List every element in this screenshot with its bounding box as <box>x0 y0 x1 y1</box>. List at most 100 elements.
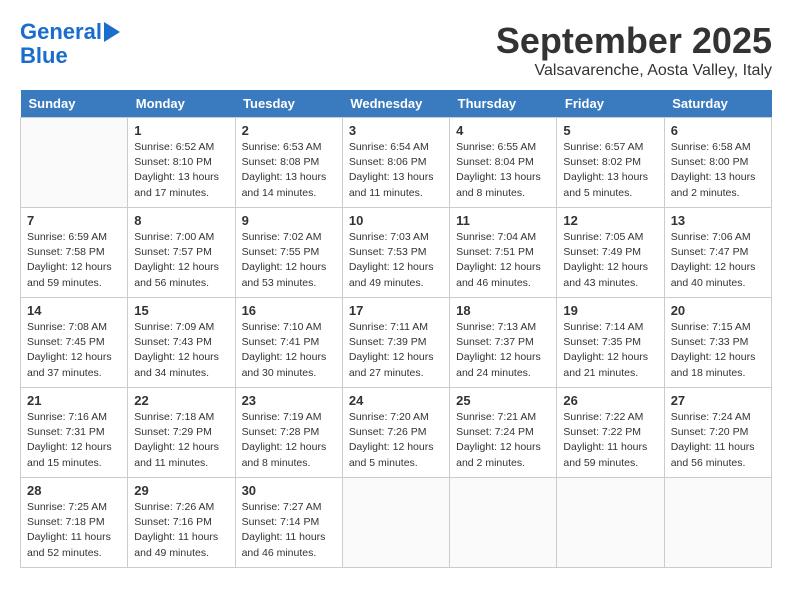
cell-info: Sunrise: 7:24 AM Sunset: 7:20 PM Dayligh… <box>671 410 765 471</box>
day-number: 10 <box>349 213 443 228</box>
calendar-cell: 2Sunrise: 6:53 AM Sunset: 8:08 PM Daylig… <box>235 118 342 208</box>
logo: General Blue <box>20 20 120 68</box>
calendar-cell: 20 Sunrise: 7:15 AM Sunset: 7:33 PM Dayli… <box>664 298 771 388</box>
calendar-cell: 18Sunrise: 7:13 AM Sunset: 7:37 PM Dayli… <box>450 298 557 388</box>
day-number: 1 <box>134 123 228 138</box>
logo-arrow-icon <box>104 22 120 42</box>
cell-info: Sunrise: 7:04 AM Sunset: 7:51 PM Dayligh… <box>456 230 550 291</box>
day-number: 19 <box>563 303 657 318</box>
day-number: 5 <box>563 123 657 138</box>
weekday-header-saturday: Saturday <box>664 90 771 118</box>
cell-info: Sunrise: 7:02 AM Sunset: 7:55 PM Dayligh… <box>242 230 336 291</box>
weekday-header-wednesday: Wednesday <box>342 90 449 118</box>
day-number: 13 <box>671 213 765 228</box>
day-number: 9 <box>242 213 336 228</box>
calendar-cell <box>557 478 664 568</box>
weekday-header-sunday: Sunday <box>21 90 128 118</box>
calendar-table: SundayMondayTuesdayWednesdayThursdayFrid… <box>20 90 772 568</box>
calendar-week-row: 21Sunrise: 7:16 AM Sunset: 7:31 PM Dayli… <box>21 388 772 478</box>
cell-info: Sunrise: 7:08 AM Sunset: 7:45 PM Dayligh… <box>27 320 121 381</box>
day-number: 26 <box>563 393 657 408</box>
day-number: 7 <box>27 213 121 228</box>
day-number: 29 <box>134 483 228 498</box>
day-number: 18 <box>456 303 550 318</box>
calendar-cell: 26 Sunrise: 7:22 AM Sunset: 7:22 PM Dayli… <box>557 388 664 478</box>
day-number: 8 <box>134 213 228 228</box>
calendar-cell <box>342 478 449 568</box>
calendar-cell: 25 Sunrise: 7:21 AM Sunset: 7:24 PM Dayli… <box>450 388 557 478</box>
calendar-cell: 28Sunrise: 7:25 AM Sunset: 7:18 PM Dayli… <box>21 478 128 568</box>
weekday-header-tuesday: Tuesday <box>235 90 342 118</box>
calendar-cell: 1 Sunrise: 6:52 AM Sunset: 8:10 PM Daylig… <box>128 118 235 208</box>
day-number: 15 <box>134 303 228 318</box>
calendar-cell: 9 Sunrise: 7:02 AM Sunset: 7:55 PM Daylig… <box>235 208 342 298</box>
cell-info: Sunrise: 7:26 AM Sunset: 7:16 PM Dayligh… <box>134 500 228 561</box>
weekday-header-row: SundayMondayTuesdayWednesdayThursdayFrid… <box>21 90 772 118</box>
day-number: 11 <box>456 213 550 228</box>
day-number: 25 <box>456 393 550 408</box>
weekday-header-friday: Friday <box>557 90 664 118</box>
logo-blue-text: Blue <box>20 44 68 68</box>
calendar-cell: 23 Sunrise: 7:19 AM Sunset: 7:28 PM Dayli… <box>235 388 342 478</box>
calendar-cell: 13 Sunrise: 7:06 AM Sunset: 7:47 PM Dayli… <box>664 208 771 298</box>
cell-info: Sunrise: 6:53 AM Sunset: 8:08 PM Dayligh… <box>242 140 336 201</box>
calendar-cell: 14 Sunrise: 7:08 AM Sunset: 7:45 PM Dayli… <box>21 298 128 388</box>
title-block: September 2025 Valsavarenche, Aosta Vall… <box>496 20 772 80</box>
cell-info: Sunrise: 7:15 AM Sunset: 7:33 PM Dayligh… <box>671 320 765 381</box>
day-number: 14 <box>27 303 121 318</box>
cell-info: Sunrise: 6:57 AM Sunset: 8:02 PM Dayligh… <box>563 140 657 201</box>
page-header: General Blue September 2025 Valsavarench… <box>20 20 772 80</box>
cell-info: Sunrise: 6:54 AM Sunset: 8:06 PM Dayligh… <box>349 140 443 201</box>
cell-info: Sunrise: 7:06 AM Sunset: 7:47 PM Dayligh… <box>671 230 765 291</box>
day-number: 6 <box>671 123 765 138</box>
calendar-cell: 30 Sunrise: 7:27 AM Sunset: 7:14 PM Dayli… <box>235 478 342 568</box>
day-number: 22 <box>134 393 228 408</box>
calendar-cell: 11 Sunrise: 7:04 AM Sunset: 7:51 PM Dayli… <box>450 208 557 298</box>
cell-info: Sunrise: 7:27 AM Sunset: 7:14 PM Dayligh… <box>242 500 336 561</box>
month-title: September 2025 <box>496 20 772 62</box>
weekday-header-thursday: Thursday <box>450 90 557 118</box>
cell-info: Sunrise: 7:18 AM Sunset: 7:29 PM Dayligh… <box>134 410 228 471</box>
calendar-week-row: 14 Sunrise: 7:08 AM Sunset: 7:45 PM Dayli… <box>21 298 772 388</box>
cell-info: Sunrise: 7:16 AM Sunset: 7:31 PM Dayligh… <box>27 410 121 471</box>
day-number: 27 <box>671 393 765 408</box>
calendar-week-row: 28Sunrise: 7:25 AM Sunset: 7:18 PM Dayli… <box>21 478 772 568</box>
calendar-cell: 12 Sunrise: 7:05 AM Sunset: 7:49 PM Dayli… <box>557 208 664 298</box>
calendar-cell: 16 Sunrise: 7:10 AM Sunset: 7:41 PM Dayli… <box>235 298 342 388</box>
day-number: 30 <box>242 483 336 498</box>
cell-info: Sunrise: 7:10 AM Sunset: 7:41 PM Dayligh… <box>242 320 336 381</box>
day-number: 20 <box>671 303 765 318</box>
calendar-cell: 6Sunrise: 6:58 AM Sunset: 8:00 PM Daylig… <box>664 118 771 208</box>
calendar-cell: 4Sunrise: 6:55 AM Sunset: 8:04 PM Daylig… <box>450 118 557 208</box>
day-number: 17 <box>349 303 443 318</box>
location-title: Valsavarenche, Aosta Valley, Italy <box>496 62 772 80</box>
day-number: 4 <box>456 123 550 138</box>
calendar-cell: 17 Sunrise: 7:11 AM Sunset: 7:39 PM Dayli… <box>342 298 449 388</box>
day-number: 12 <box>563 213 657 228</box>
calendar-cell <box>21 118 128 208</box>
calendar-cell: 19Sunrise: 7:14 AM Sunset: 7:35 PM Dayli… <box>557 298 664 388</box>
calendar-cell: 29 Sunrise: 7:26 AM Sunset: 7:16 PM Dayli… <box>128 478 235 568</box>
cell-info: Sunrise: 7:19 AM Sunset: 7:28 PM Dayligh… <box>242 410 336 471</box>
weekday-header-monday: Monday <box>128 90 235 118</box>
cell-info: Sunrise: 7:09 AM Sunset: 7:43 PM Dayligh… <box>134 320 228 381</box>
calendar-cell: 15 Sunrise: 7:09 AM Sunset: 7:43 PM Dayli… <box>128 298 235 388</box>
day-number: 16 <box>242 303 336 318</box>
cell-info: Sunrise: 7:21 AM Sunset: 7:24 PM Dayligh… <box>456 410 550 471</box>
day-number: 24 <box>349 393 443 408</box>
calendar-cell: 10Sunrise: 7:03 AM Sunset: 7:53 PM Dayli… <box>342 208 449 298</box>
cell-info: Sunrise: 6:59 AM Sunset: 7:58 PM Dayligh… <box>27 230 121 291</box>
cell-info: Sunrise: 7:00 AM Sunset: 7:57 PM Dayligh… <box>134 230 228 291</box>
calendar-cell: 27 Sunrise: 7:24 AM Sunset: 7:20 PM Dayli… <box>664 388 771 478</box>
cell-info: Sunrise: 6:52 AM Sunset: 8:10 PM Dayligh… <box>134 140 228 201</box>
day-number: 23 <box>242 393 336 408</box>
calendar-week-row: 7 Sunrise: 6:59 AM Sunset: 7:58 PM Daylig… <box>21 208 772 298</box>
calendar-cell: 3 Sunrise: 6:54 AM Sunset: 8:06 PM Daylig… <box>342 118 449 208</box>
calendar-cell: 22 Sunrise: 7:18 AM Sunset: 7:29 PM Dayli… <box>128 388 235 478</box>
calendar-week-row: 1 Sunrise: 6:52 AM Sunset: 8:10 PM Daylig… <box>21 118 772 208</box>
cell-info: Sunrise: 7:22 AM Sunset: 7:22 PM Dayligh… <box>563 410 657 471</box>
calendar-cell <box>450 478 557 568</box>
cell-info: Sunrise: 7:11 AM Sunset: 7:39 PM Dayligh… <box>349 320 443 381</box>
day-number: 3 <box>349 123 443 138</box>
cell-info: Sunrise: 7:05 AM Sunset: 7:49 PM Dayligh… <box>563 230 657 291</box>
